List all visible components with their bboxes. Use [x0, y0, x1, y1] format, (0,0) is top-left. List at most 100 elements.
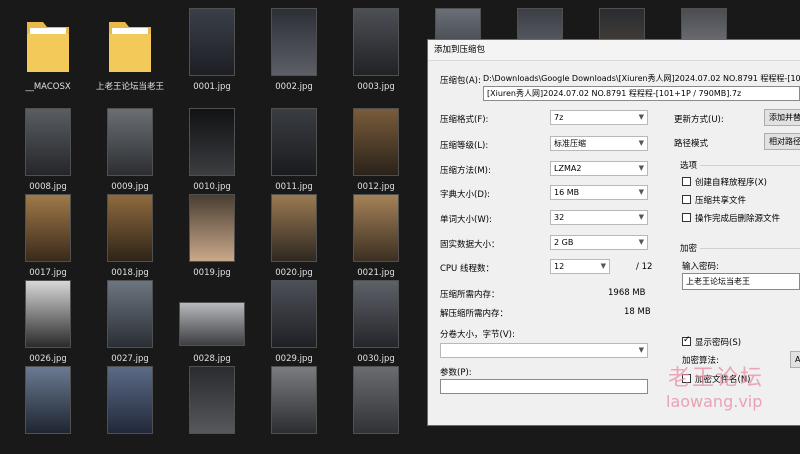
archive-path: D:\Downloads\Google Downloads\[Xiuren秀人网…: [483, 74, 800, 83]
file-item[interactable]: 0019.jpg: [170, 190, 254, 282]
file-item[interactable]: [88, 362, 172, 454]
dictionary-value: 16 MB: [554, 188, 580, 197]
archive-name-combo[interactable]: [Xiuren秀人网]2024.07.02 NO.8791 程程程-[101+1…: [483, 86, 800, 101]
file-item[interactable]: 0012.jpg: [334, 104, 418, 196]
image-thumbnail: [271, 366, 317, 434]
file-item[interactable]: 上老王论坛当老王: [88, 4, 172, 96]
file-item[interactable]: [252, 362, 336, 454]
file-item[interactable]: 0021.jpg: [334, 190, 418, 282]
image-thumbnail: [25, 108, 71, 176]
options-group-title: 选项: [680, 161, 698, 171]
chevron-down-icon: ▼: [638, 238, 644, 246]
parameters-input[interactable]: [440, 379, 648, 394]
chevron-down-icon: ▼: [638, 139, 644, 147]
image-thumbnail: [271, 108, 317, 176]
image-thumbnail: [107, 280, 153, 348]
solid-block-label: 固实数据大小：: [440, 240, 500, 250]
cpu-threads-value: 12: [554, 262, 565, 271]
delete-after-checkbox[interactable]: [682, 213, 691, 222]
word-size-select[interactable]: 32 ▼: [550, 210, 648, 225]
solid-block-value: 2 GB: [554, 238, 574, 247]
file-item[interactable]: 0017.jpg: [6, 190, 90, 282]
image-thumbnail: [353, 280, 399, 348]
file-item[interactable]: [6, 362, 90, 454]
compress-shared-checkbox[interactable]: [682, 195, 691, 204]
image-thumbnail: [189, 108, 235, 176]
file-item[interactable]: 0018.jpg: [88, 190, 172, 282]
chevron-down-icon: ▼: [600, 262, 606, 270]
create-sfx-label: 创建自释放程序(X): [695, 178, 767, 188]
file-item[interactable]: 0009.jpg: [88, 104, 172, 196]
level-select[interactable]: 标准压缩 ▼: [550, 136, 648, 151]
solid-block-select[interactable]: 2 GB ▼: [550, 235, 648, 250]
file-item[interactable]: [170, 362, 254, 454]
path-mode-select[interactable]: 相对路径: [764, 133, 800, 150]
method-label: 压缩方法(M):: [440, 166, 491, 176]
create-sfx-checkbox[interactable]: [682, 177, 691, 186]
file-item[interactable]: 0008.jpg: [6, 104, 90, 196]
archive-name-value: [Xiuren秀人网]2024.07.02 NO.8791 程程程-[101+1…: [487, 89, 742, 98]
decompress-memory-label: 解压缩所需内存：: [440, 309, 509, 319]
file-item[interactable]: 0011.jpg: [252, 104, 336, 196]
encryption-method-value: A: [795, 355, 800, 364]
decompress-memory-value: 18 MB: [624, 307, 651, 317]
watermark-logo-text: 老王论坛: [668, 366, 765, 391]
show-password-checkbox[interactable]: [682, 335, 691, 346]
method-select[interactable]: LZMA2 ▼: [550, 161, 648, 176]
cpu-threads-label: CPU 线程数：: [440, 264, 494, 274]
file-item[interactable]: __MACOSX: [6, 4, 90, 96]
file-item[interactable]: [334, 362, 418, 454]
image-thumbnail: [189, 366, 235, 434]
cpu-threads-total: / 12: [636, 262, 653, 272]
level-label: 压缩等级(L):: [440, 141, 489, 151]
archive-label: 压缩包(A):: [440, 76, 481, 86]
password-label: 输入密码:: [682, 262, 719, 272]
file-name: 0003.jpg: [357, 82, 395, 92]
encryption-group-title: 加密: [680, 244, 698, 254]
update-mode-select[interactable]: 添加并替: [764, 109, 800, 126]
options-divider: [700, 165, 800, 166]
file-item[interactable]: 0027.jpg: [88, 276, 172, 368]
file-item[interactable]: 0001.jpg: [170, 4, 254, 96]
file-item[interactable]: 0026.jpg: [6, 276, 90, 368]
path-mode-label: 路径模式: [674, 139, 709, 149]
file-item[interactable]: 0003.jpg: [334, 4, 418, 96]
word-size-label: 单词大小(W):: [440, 215, 492, 225]
cpu-threads-select[interactable]: 12 ▼: [550, 259, 610, 274]
chevron-down-icon: ▼: [638, 213, 644, 221]
dictionary-select[interactable]: 16 MB ▼: [550, 185, 648, 200]
image-thumbnail: [353, 8, 399, 76]
delete-after-label: 操作完成后删除源文件: [695, 214, 781, 224]
folder-icon: [109, 22, 151, 72]
password-input[interactable]: 上老王论坛当老王: [682, 273, 800, 290]
image-thumbnail: [25, 280, 71, 348]
compress-shared-label: 压缩共享文件: [695, 196, 747, 206]
file-item[interactable]: 0029.jpg: [252, 276, 336, 368]
format-select[interactable]: 7z ▼: [550, 110, 648, 125]
file-item[interactable]: 0028.jpg: [170, 276, 254, 368]
chevron-down-icon: ▼: [638, 346, 644, 354]
image-thumbnail: [107, 108, 153, 176]
folder-icon: [27, 22, 69, 72]
volume-size-combo[interactable]: ▼: [440, 343, 648, 358]
encryption-method-select[interactable]: A: [790, 351, 800, 368]
image-thumbnail: [107, 194, 153, 262]
compress-memory-label: 压缩所需内存：: [440, 290, 500, 300]
file-item[interactable]: 0002.jpg: [252, 4, 336, 96]
chevron-down-icon: ▼: [638, 164, 644, 172]
format-value: 7z: [554, 113, 564, 122]
file-item[interactable]: 0030.jpg: [334, 276, 418, 368]
parameters-label: 参数(P):: [440, 368, 472, 378]
file-name: __MACOSX: [25, 82, 71, 92]
file-name: 0001.jpg: [193, 82, 231, 92]
image-thumbnail: [353, 194, 399, 262]
path-mode-value: 相对路径: [769, 137, 800, 146]
file-item[interactable]: 0020.jpg: [252, 190, 336, 282]
image-thumbnail: [179, 302, 245, 346]
image-thumbnail: [25, 194, 71, 262]
image-thumbnail: [25, 366, 71, 434]
file-name: 上老王论坛当老王: [95, 82, 164, 92]
file-item[interactable]: 0010.jpg: [170, 104, 254, 196]
image-thumbnail: [271, 280, 317, 348]
encryption-divider: [700, 248, 800, 249]
